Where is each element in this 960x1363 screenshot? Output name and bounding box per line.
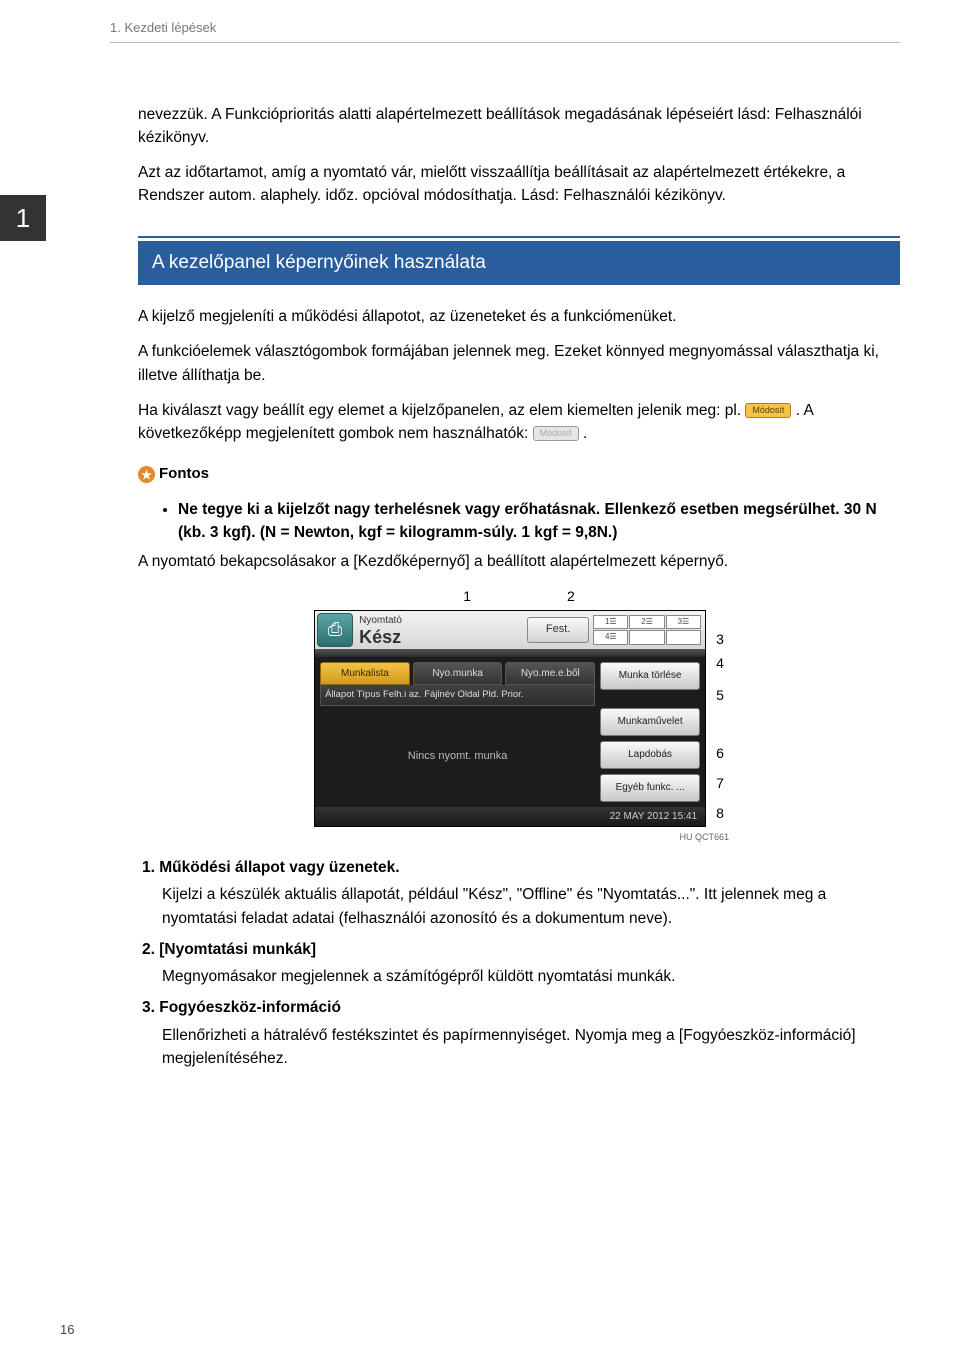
callout-7: 7	[716, 776, 724, 790]
body-para-2: A funkcióelemek választógombok formájába…	[138, 340, 900, 387]
important-text: Fontos	[159, 463, 209, 486]
lcd-tab-nyomeebol[interactable]: Nyo.me.e.ből	[505, 662, 595, 685]
lcd-columns: Állapot Típus Felh.i az. Fájlnév Oldal P…	[320, 685, 595, 706]
lcd-empty-msg: Nincs nyomt. munka	[315, 706, 600, 807]
lcd-tab-nyomunka[interactable]: Nyo.munka	[413, 662, 503, 685]
lcd-tab-munkalista[interactable]: Munkalista	[320, 662, 410, 685]
star-icon: ★	[138, 466, 155, 483]
callout-3: 3	[716, 632, 724, 646]
body-p3a: Ha kiválaszt vagy beállít egy elemet a k…	[138, 402, 745, 419]
lcd-btn-egyeb[interactable]: Egyéb funkc. ...	[600, 774, 700, 802]
list-1-body: Kijelzi a készülék aktuális állapotát, p…	[162, 883, 900, 930]
lcd-panel: ⎙ Nyomtató Kész Fest. 1☰ 2☰ 3☰ 4☰	[314, 610, 706, 827]
printer-icon: ⎙	[317, 613, 353, 647]
body-para-1: A kijelző megjeleníti a működési állapot…	[138, 305, 900, 328]
after-important: A nyomtató bekapcsolásakor a [Kezdőképer…	[138, 550, 900, 573]
page-number: 16	[60, 1320, 74, 1340]
callout-2: 2	[567, 586, 575, 607]
lcd-timestamp: 22 MAY 2012 15:41	[315, 807, 705, 826]
body-para-3: Ha kiválaszt vagy beállít egy elemet a k…	[138, 399, 900, 446]
callout-5: 5	[716, 688, 724, 702]
tray-4: 4☰	[593, 630, 628, 645]
intro-para-1: nevezzük. A Funkcióprioritás alatti alap…	[138, 103, 900, 150]
list-2-body: Megnyomásakor megjelennek a számítógéprő…	[162, 965, 900, 988]
list-2-head: 2. [Nyomtatási munkák]	[142, 938, 900, 961]
tray-3: 3☰	[666, 615, 701, 630]
lcd-btn-munkamuvelet[interactable]: Munkaművelet	[600, 708, 700, 736]
list-3-head: 3. Fogyóeszköz-információ	[142, 996, 900, 1019]
list-1-head: 1. Működési állapot vagy üzenetek.	[142, 856, 900, 879]
callout-1: 1	[463, 586, 471, 607]
callout-8: 8	[716, 806, 724, 820]
intro-para-2: Azt az időtartamot, amíg a nyomtató vár,…	[138, 161, 900, 208]
tray-2: 2☰	[629, 615, 664, 630]
list-3-body: Ellenőrizheti a hátralévő festékszintet …	[162, 1024, 900, 1071]
lcd-fest-button[interactable]: Fest.	[527, 617, 589, 643]
lcd-btn-lapdobas[interactable]: Lapdobás	[600, 741, 700, 769]
callout-6: 6	[716, 746, 724, 760]
callout-4: 4	[716, 656, 724, 670]
inline-button-highlighted: Módosít	[745, 403, 791, 418]
chapter-header: 1. Kezdeti lépések	[110, 18, 900, 43]
lcd-trays[interactable]: 1☰ 2☰ 3☰ 4☰	[593, 615, 701, 645]
section-title-text: A kezelőpanel képernyőinek használata	[138, 241, 900, 286]
body-p3c: .	[583, 425, 587, 442]
chapter-tab: 1	[0, 195, 46, 241]
figure: 1 2 ⎙ Nyomtató Kész Fest. 1☰ 2☰	[138, 586, 900, 845]
inline-button-disabled: Módosít	[533, 426, 579, 441]
important-label: ★ Fontos	[138, 463, 209, 486]
lcd-status: Kész	[359, 628, 519, 646]
section-heading: A kezelőpanel képernyőinek használata	[138, 236, 900, 286]
figure-code: HU QCT661	[309, 831, 729, 845]
lcd-title-small: Nyomtató	[359, 613, 519, 628]
important-bullet: Ne tegye ki a kijelzőt nagy terhelésnek …	[178, 498, 900, 545]
tray-1: 1☰	[593, 615, 628, 630]
tray-6	[666, 630, 701, 645]
tray-5	[629, 630, 664, 645]
lcd-btn-munka-torlese[interactable]: Munka törlése	[600, 662, 700, 690]
